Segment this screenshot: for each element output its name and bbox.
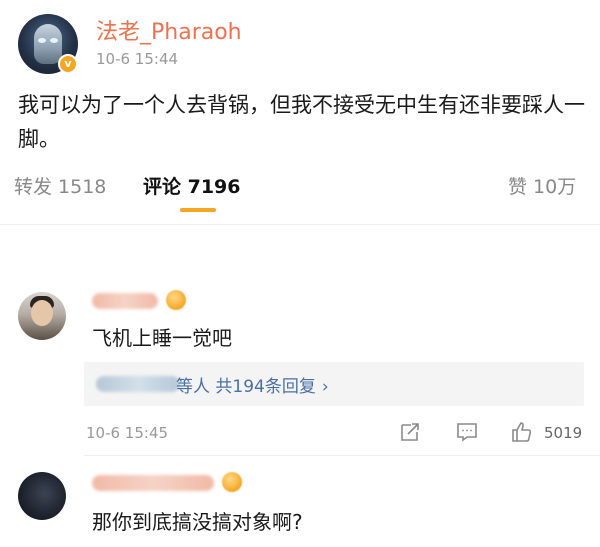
section-divider	[0, 224, 600, 225]
comment-icon[interactable]	[455, 420, 479, 444]
tab-comments[interactable]: 评论 7196	[143, 172, 241, 199]
member-badge-icon	[222, 472, 242, 492]
comment-text: 飞机上睡一觉吧	[92, 326, 232, 350]
tab-likes[interactable]: 赞 10万	[508, 172, 576, 199]
commenter-name-blurred[interactable]	[92, 475, 214, 491]
commenter-avatar[interactable]	[18, 472, 66, 520]
commenter-avatar[interactable]	[18, 292, 66, 340]
chevron-right-icon: ›	[321, 377, 329, 397]
commenter-name-blurred[interactable]	[92, 293, 158, 309]
post-text: 我可以为了一个人去背锅，但我不接受无中生有还非要踩人一脚。	[18, 93, 585, 151]
comment-timestamp: 10-6 15:45	[86, 424, 169, 442]
post-timestamp: 10-6 15:44	[96, 50, 179, 68]
tab-repost[interactable]: 转发 1518	[14, 172, 106, 199]
member-badge-icon	[166, 290, 186, 310]
like-count: 5019	[544, 424, 583, 442]
replies-preview[interactable]: 等人 共194条回复 ›	[84, 362, 584, 406]
author-username[interactable]: 法老_Pharaoh	[96, 14, 242, 46]
share-icon[interactable]	[398, 420, 422, 444]
like-icon[interactable]	[510, 420, 534, 444]
replies-link[interactable]: 等人 共194条回复 ›	[176, 372, 329, 397]
comment-divider	[84, 455, 600, 456]
reply-users-blurred	[96, 376, 180, 392]
replies-count-label: 等人 共194条回复	[176, 377, 316, 397]
comment-text: 那你到底搞没搞对象啊?	[92, 510, 303, 534]
active-tab-indicator	[180, 208, 216, 212]
verified-badge-icon: v	[58, 54, 78, 74]
